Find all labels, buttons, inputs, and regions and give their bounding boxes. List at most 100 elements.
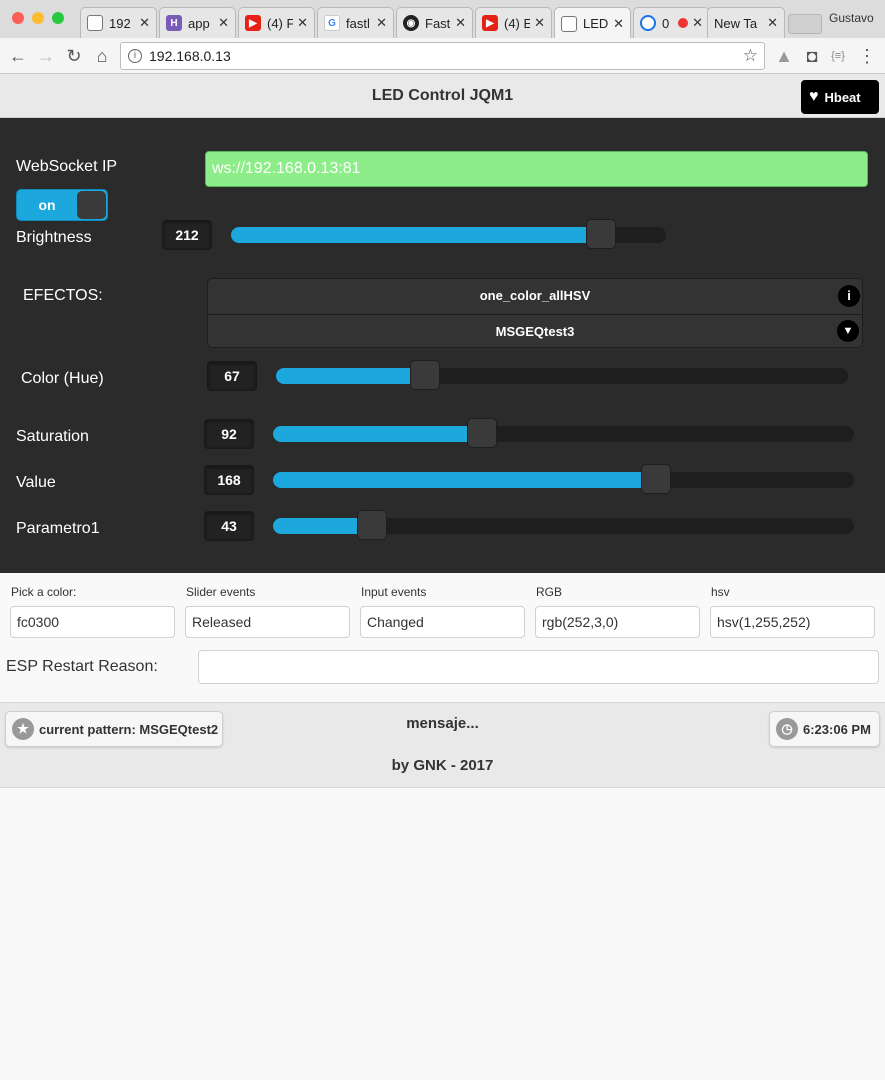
param1-value[interactable]: 43 (204, 511, 254, 541)
browser-tab-bar: 192 ✕ H app ✕ ▶ (4) F ✕ G fastl ✕ ◉ Fast… (0, 0, 885, 39)
minimize-window-icon[interactable] (32, 12, 44, 24)
saturation-fill (273, 426, 483, 442)
profile-name[interactable]: Gustavo (829, 11, 874, 25)
param1-slider[interactable] (273, 510, 854, 540)
browser-tab[interactable]: New Ta ✕ (707, 7, 785, 38)
browser-tab[interactable]: ▶ (4) E ✕ (475, 7, 552, 38)
connection-toggle[interactable]: on (16, 189, 108, 221)
clock-time: 6:23:06 PM (803, 721, 871, 737)
browser-tab[interactable]: 192 ✕ (80, 7, 157, 38)
browser-tab-active[interactable]: LED ✕ (554, 7, 631, 39)
url-text: 192.168.0.13 (149, 48, 231, 64)
tab-title: fastl (346, 15, 370, 31)
google-icon: G (324, 15, 340, 31)
effect-label: one_color_allHSV (479, 288, 591, 303)
value-handle[interactable] (641, 464, 672, 494)
browser-tab[interactable]: ◉ Fast ✕ (396, 7, 473, 38)
close-icon[interactable]: ✕ (139, 15, 150, 31)
clock-button[interactable]: ◷ 6:23:06 PM (769, 711, 880, 747)
color-picker-input[interactable]: fc0300 (10, 606, 175, 638)
chevron-down-icon[interactable]: ▼ (837, 320, 859, 342)
hue-slider[interactable] (276, 360, 848, 390)
saturation-value[interactable]: 92 (204, 419, 254, 449)
close-icon[interactable]: ✕ (455, 15, 466, 31)
input-events-field[interactable]: Changed (360, 606, 525, 638)
effects-label: EFECTOS: (23, 287, 103, 304)
maximize-window-icon[interactable] (52, 12, 64, 24)
forward-icon[interactable]: → (34, 44, 58, 68)
clock-icon: ◷ (776, 718, 798, 740)
tab-title: 192 (109, 15, 131, 31)
close-icon[interactable]: ✕ (692, 15, 703, 31)
toggle-label: on (38, 197, 56, 213)
browser-tab[interactable]: ▶ (4) F ✕ (238, 7, 315, 38)
brightness-slider[interactable] (231, 219, 666, 249)
rgb-label: RGB (536, 585, 563, 599)
browser-tab[interactable]: H app ✕ (159, 7, 236, 38)
hue-value[interactable]: 67 (207, 361, 257, 391)
tab-title: (4) E (504, 15, 531, 31)
close-icon[interactable]: ✕ (534, 15, 545, 31)
extension-icon[interactable]: ◘ (800, 44, 824, 68)
close-icon[interactable]: ✕ (767, 15, 778, 31)
reload-icon[interactable]: ↻ (62, 44, 86, 68)
close-icon[interactable]: ✕ (376, 15, 387, 31)
control-panel: WebSocket IP ws://192.168.0.13:81 on Bri… (0, 118, 885, 573)
browser-tab[interactable]: G fastl ✕ (317, 7, 394, 38)
param1-handle[interactable] (356, 510, 387, 540)
credit-text: by GNK - 2017 (391, 757, 494, 774)
slider-events-field[interactable]: Released (185, 606, 350, 638)
param1-label: Parametro1 (16, 520, 100, 537)
back-icon[interactable]: ← (6, 44, 30, 68)
value-fill (273, 472, 657, 488)
star-icon[interactable]: ☆ (743, 46, 758, 66)
menu-icon[interactable]: ⋮ (855, 44, 879, 68)
info-icon[interactable]: i (128, 49, 142, 63)
page-title: LED Control JQM1 (371, 87, 514, 104)
hue-fill (276, 368, 425, 384)
youtube-icon: ▶ (245, 15, 261, 31)
rgb-field[interactable]: rgb(252,3,0) (535, 606, 700, 638)
page-icon (561, 15, 577, 32)
new-tab-button[interactable] (788, 14, 822, 34)
websocket-ip-input[interactable]: ws://192.168.0.13:81 (205, 151, 868, 187)
json-extension-icon[interactable]: {≡} (826, 44, 850, 68)
browser-toolbar: ← → ↻ ⌂ i 192.168.0.13 ☆ ▲ ◘ {≡} ⋮ (0, 38, 885, 74)
tab-title: New Ta (714, 15, 758, 31)
tab-title: 0 (662, 15, 670, 31)
hue-handle[interactable] (409, 360, 440, 390)
drive-icon[interactable]: ▲ (772, 44, 796, 68)
close-icon[interactable]: ✕ (218, 15, 229, 31)
heroku-icon: H (166, 15, 182, 31)
footer: ★ current pattern: MSGEQtest2 mensaje...… (0, 702, 885, 788)
effect-item-current[interactable]: one_color_allHSV i (208, 279, 862, 313)
toggle-knob[interactable] (77, 191, 106, 219)
github-icon: ◉ (403, 15, 419, 31)
websocket-label: WebSocket IP (16, 158, 118, 175)
value-label: Value (16, 474, 56, 491)
message-text: mensaje... (406, 715, 479, 732)
value-slider[interactable] (273, 464, 854, 494)
close-icon[interactable]: ✕ (297, 15, 308, 31)
saturation-handle[interactable] (467, 418, 498, 448)
brightness-handle[interactable] (585, 219, 616, 249)
close-icon[interactable]: ✕ (613, 16, 624, 32)
address-bar[interactable]: i 192.168.0.13 ☆ (120, 42, 765, 70)
home-icon[interactable]: ⌂ (90, 44, 114, 68)
restart-reason-field[interactable] (198, 650, 879, 684)
brightness-value[interactable]: 212 (162, 220, 212, 250)
color-picker-label: Pick a color: (11, 585, 77, 599)
heartbeat-button[interactable]: ♥ Hbeat (801, 80, 879, 114)
hue-label: Color (Hue) (21, 370, 104, 387)
heartbeat-label: Hbeat (824, 89, 861, 105)
tab-title: app (188, 15, 210, 31)
effect-select[interactable]: MSGEQtest3 ▼ (208, 314, 862, 347)
hsv-field[interactable]: hsv(1,255,252) (710, 606, 875, 638)
close-window-icon[interactable] (12, 12, 24, 24)
browser-tab[interactable]: 0 ✕ (633, 7, 710, 38)
info-icon[interactable]: i (838, 285, 860, 307)
value-value[interactable]: 168 (204, 465, 254, 495)
app-header: LED Control JQM1 ♥ Hbeat (0, 74, 885, 118)
recording-icon (678, 18, 689, 28)
saturation-slider[interactable] (273, 418, 854, 448)
